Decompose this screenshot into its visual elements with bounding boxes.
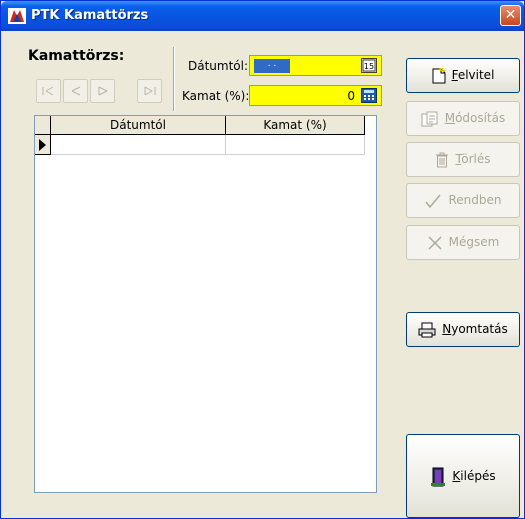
window-title: PTK Kamattörzs [31, 8, 149, 23]
column-header-rate[interactable]: Kamat (%) [226, 116, 365, 135]
add-button-label: elvitel [457, 68, 495, 82]
new-document-icon [432, 67, 446, 83]
next-record-icon [98, 86, 109, 96]
calendar-icon[interactable]: 15 [361, 58, 377, 73]
close-icon: ✕ [504, 7, 517, 23]
edit-button-mnemonic: M [444, 111, 456, 125]
exit-door-icon [431, 467, 446, 486]
add-button[interactable]: Felvitel [406, 58, 520, 93]
next-record-button[interactable] [90, 79, 115, 103]
svg-text:15: 15 [364, 62, 374, 71]
title-bar[interactable]: PTK Kamattörzs ✕ [1, 1, 524, 31]
print-button-mnemonic: N [442, 322, 452, 336]
ok-button-label: Rendben [448, 193, 502, 207]
grid-cell-date[interactable] [51, 135, 226, 155]
header-corner [35, 116, 51, 135]
last-record-button[interactable] [137, 79, 162, 103]
date-selection: . . [254, 59, 290, 73]
trash-icon [436, 152, 449, 167]
close-button[interactable]: ✕ [500, 5, 521, 26]
rate-field[interactable]: 0 [249, 85, 382, 106]
rate-value: 0 [347, 89, 355, 103]
checkmark-icon [425, 194, 442, 208]
separator [173, 47, 175, 111]
exit-button[interactable]: Kilépés [406, 434, 520, 518]
first-record-button[interactable] [36, 79, 61, 103]
prev-record-button[interactable] [63, 79, 88, 103]
column-header-date[interactable]: Dátumtól [51, 116, 226, 135]
printer-icon [418, 322, 436, 337]
prev-record-icon [71, 86, 81, 96]
print-button-label: yomtatás [451, 322, 508, 336]
app-icon [8, 8, 26, 24]
edit-button-label: ódosítás [455, 111, 506, 125]
delete-button-label: örlés [461, 152, 491, 166]
cancel-button-label: Mégsem [448, 235, 500, 249]
rate-label: Kamat (%): [182, 89, 250, 103]
cancel-button[interactable]: Mégsem [406, 225, 520, 260]
data-grid[interactable]: Dátumtól Kamat (%) [34, 115, 377, 493]
print-button[interactable]: Nyomtatás [406, 312, 520, 347]
exit-button-label: ilépés [460, 469, 496, 483]
current-row-icon [35, 135, 51, 155]
ok-button[interactable]: Rendben [406, 183, 520, 218]
date-field[interactable]: . . 15 [249, 55, 382, 76]
first-record-icon [42, 86, 54, 96]
delete-button[interactable]: Törlés [406, 142, 520, 177]
last-record-icon [144, 86, 156, 96]
edit-button[interactable]: Módosítás [406, 101, 520, 136]
main-window: PTK Kamattörzs ✕ Kamattörzs: Dátumtól: .… [0, 0, 525, 519]
grid-cell-rate[interactable] [226, 135, 365, 155]
date-label: Dátumtól: [188, 59, 249, 73]
section-heading: Kamattörzs: [28, 48, 125, 64]
cross-icon [428, 235, 442, 250]
calculator-icon[interactable] [361, 88, 377, 103]
grid-header: Dátumtól Kamat (%) [35, 116, 365, 135]
edit-document-icon [421, 111, 438, 126]
